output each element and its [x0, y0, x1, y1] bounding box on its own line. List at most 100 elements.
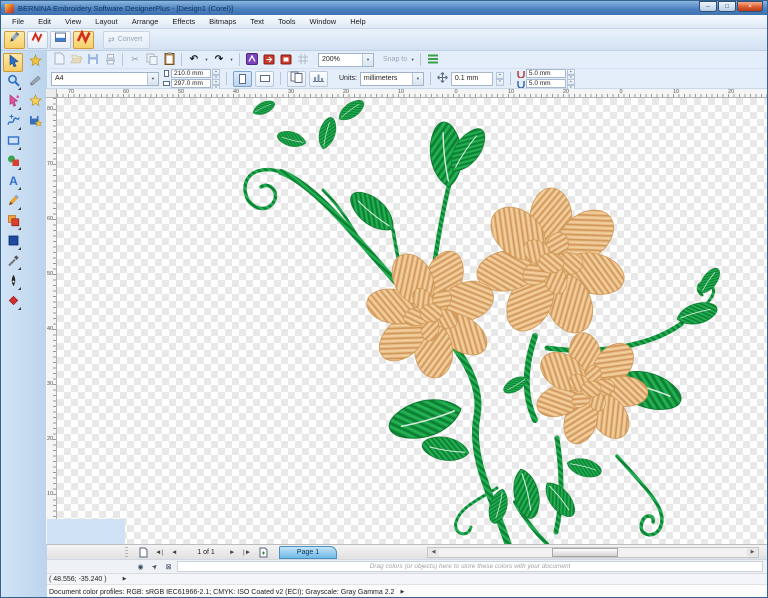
- redo-dropdown[interactable]: ▾: [228, 57, 235, 63]
- select-tool-button[interactable]: [3, 53, 23, 72]
- undo-button[interactable]: ↶: [186, 52, 202, 67]
- copy-button[interactable]: [144, 52, 160, 67]
- save-design-tool-button[interactable]: [25, 113, 45, 132]
- add-page-button[interactable]: [259, 546, 268, 559]
- pencil-tool-button[interactable]: [3, 193, 23, 212]
- embroidery-canvas-small-button[interactable]: [27, 30, 48, 49]
- page-width-spinner[interactable]: ▴ ▾: [212, 69, 220, 80]
- eyedropper-tool-button[interactable]: [3, 253, 23, 272]
- app-icon: [5, 3, 14, 13]
- insert-embroidery-button[interactable]: [244, 52, 260, 67]
- next-page-button[interactable]: ►: [229, 546, 235, 559]
- page-tab[interactable]: Page 1: [279, 546, 337, 559]
- horizontal-scrollbar[interactable]: ◀ ▶: [427, 547, 759, 558]
- dock-corner-panel: [47, 519, 125, 544]
- design-canvas[interactable]: [57, 98, 767, 544]
- duplicate-tool-button[interactable]: [3, 213, 23, 232]
- chevron-down-icon[interactable]: ▾: [362, 53, 373, 66]
- color-picker-icon[interactable]: ➤: [147, 559, 163, 575]
- freehand-draw-tool-button[interactable]: [3, 113, 23, 132]
- stitch-density-button[interactable]: [309, 70, 328, 87]
- fill-tool-button[interactable]: [3, 233, 23, 252]
- grid-toggle-button[interactable]: [295, 52, 311, 67]
- menu-arrange[interactable]: Arrange: [125, 15, 166, 29]
- nudge-spinner[interactable]: ▴ ▾: [495, 71, 504, 86]
- object-properties-button[interactable]: [425, 52, 441, 67]
- menu-help[interactable]: Help: [343, 15, 372, 29]
- close-button[interactable]: ×: [737, 1, 763, 12]
- reshape-tool-button[interactable]: [3, 93, 23, 112]
- paper-size-value: A4: [55, 75, 64, 82]
- remove-color-icon[interactable]: ⊠: [163, 561, 174, 572]
- grid-spacing-x-field[interactable]: 5.0 mm: [525, 69, 566, 78]
- rectangle-tool-button[interactable]: [3, 133, 23, 152]
- new-design-button[interactable]: [51, 52, 67, 67]
- cursor-position: ( 48.556; -35.240 ): [49, 575, 107, 583]
- star-shape-tool-button[interactable]: [25, 93, 45, 112]
- menu-layout[interactable]: Layout: [88, 15, 125, 29]
- all-pages-button[interactable]: [287, 70, 306, 87]
- convert-button[interactable]: ⇄ Convert: [103, 30, 151, 49]
- scroll-right-button[interactable]: ▶: [747, 548, 758, 557]
- minimize-button[interactable]: –: [699, 1, 717, 12]
- previous-page-button[interactable]: ◄: [171, 546, 177, 559]
- nudge-distance-field[interactable]: 0.1 mm: [450, 71, 493, 86]
- save-object-button[interactable]: [278, 52, 294, 67]
- page-height-field[interactable]: 297.0 mm: [171, 79, 211, 88]
- shapes-tool-button[interactable]: [3, 153, 23, 172]
- paste-button[interactable]: [161, 52, 177, 67]
- print-preview-page-icon[interactable]: [139, 546, 148, 559]
- first-page-button[interactable]: ◄|: [155, 546, 163, 559]
- grid-spacing-y-field[interactable]: 5.0 mm: [525, 79, 566, 88]
- rectangle-icon: [7, 134, 20, 152]
- print-button[interactable]: [102, 52, 118, 67]
- page-height-spinner[interactable]: ▴ ▾: [212, 79, 220, 90]
- open-object-button[interactable]: [261, 52, 277, 67]
- open-design-button[interactable]: [68, 52, 84, 67]
- menu-file[interactable]: File: [5, 15, 31, 29]
- zoom-tool-button[interactable]: [3, 73, 23, 92]
- save-design-button[interactable]: [85, 52, 101, 67]
- landscape-button[interactable]: [255, 70, 274, 87]
- page-width-field[interactable]: 210.0 mm: [171, 69, 211, 78]
- color-wheel-icon[interactable]: ◉: [135, 561, 146, 572]
- eyedropper-icon: [7, 254, 20, 272]
- restore-button[interactable]: □: [718, 1, 736, 12]
- embroidery-canvas-button[interactable]: [73, 29, 94, 49]
- paper-size-combobox[interactable]: A4 ▾: [51, 71, 159, 86]
- portrait-button[interactable]: [233, 70, 252, 87]
- h-ruler-label: 0: [619, 89, 623, 95]
- menu-window[interactable]: Window: [303, 15, 344, 29]
- menu-text[interactable]: Text: [243, 15, 271, 29]
- red-save-icon: [280, 53, 292, 67]
- undo-dropdown[interactable]: ▾: [203, 57, 210, 63]
- grid-spacing-y-spinner[interactable]: ▴ ▾: [566, 79, 575, 90]
- menu-view[interactable]: View: [58, 15, 88, 29]
- scrollbar-thumb[interactable]: [552, 548, 618, 557]
- last-page-button[interactable]: |►: [243, 546, 251, 559]
- chevron-down-icon[interactable]: ▾: [147, 72, 158, 85]
- h-ruler-label: 50: [177, 89, 185, 95]
- menu-tools[interactable]: Tools: [271, 15, 303, 29]
- chevron-down-icon[interactable]: ▾: [411, 72, 423, 85]
- expand-arrow-icon[interactable]: ▶: [400, 589, 404, 595]
- lettering-tool-button[interactable]: A: [3, 173, 23, 192]
- snap-to-dropdown[interactable]: Snap to ▾: [383, 56, 416, 63]
- redo-button[interactable]: ↷: [211, 52, 227, 67]
- document-color-strip[interactable]: Drag colors (or objects) here to store t…: [177, 561, 763, 572]
- grid-spacing-x-spinner[interactable]: ▴ ▾: [566, 69, 575, 80]
- zoom-combobox[interactable]: 200% ▾: [318, 52, 374, 67]
- pen-tool-button[interactable]: [3, 273, 23, 292]
- scroll-left-button[interactable]: ◀: [428, 548, 439, 557]
- menu-bitmaps[interactable]: Bitmaps: [202, 15, 243, 29]
- design-star-tool-button[interactable]: [25, 53, 45, 72]
- units-combobox[interactable]: millimeters ▾: [359, 71, 424, 86]
- cut-button[interactable]: ✂: [127, 52, 143, 67]
- embroidery-library-button[interactable]: [50, 30, 71, 49]
- expand-arrow-icon[interactable]: ▶: [123, 576, 127, 582]
- knife-tool-button[interactable]: [25, 73, 45, 92]
- carving-stamp-tool-button[interactable]: [3, 293, 23, 312]
- menu-edit[interactable]: Edit: [31, 15, 58, 29]
- artwork-canvas-button[interactable]: [4, 30, 25, 49]
- menu-effects[interactable]: Effects: [165, 15, 202, 29]
